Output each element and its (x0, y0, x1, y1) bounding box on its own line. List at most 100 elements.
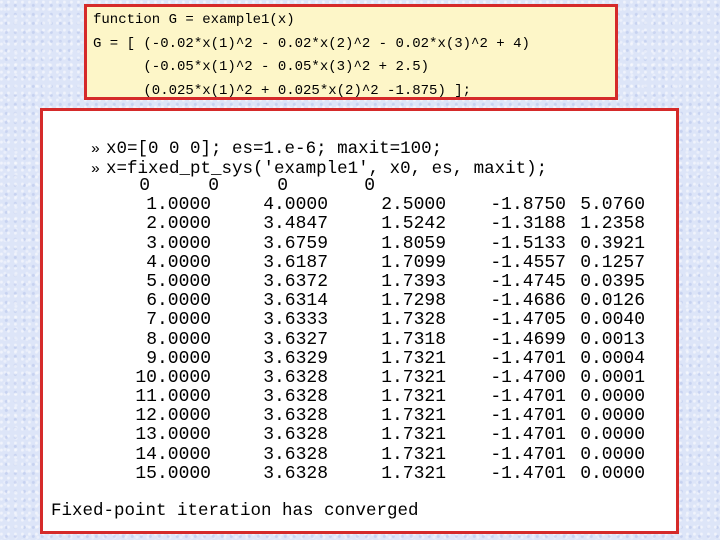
table-cell: 15.0000 (135, 463, 211, 484)
table-cell: 0.0000 (580, 387, 645, 408)
table-cell: 2.5000 (381, 195, 446, 216)
prompt-symbol: » (91, 161, 101, 178)
table-row: 10.0000 3.6328 1.7321 -1.4700 0.0001 (43, 367, 676, 388)
table-cell: 1.7321 (381, 348, 446, 369)
table-cell: -1.4701 (490, 444, 566, 465)
table-row: 12.0000 3.6328 1.7321 -1.4701 0.0000 (43, 407, 676, 426)
table-cell: 0.0395 (580, 271, 645, 292)
table-cell: 3.6759 (263, 233, 328, 254)
table-cell: -1.4701 (490, 348, 566, 369)
table-cell: 1.5242 (381, 214, 446, 235)
table-cell: -1.3188 (490, 214, 566, 235)
code-line: function G = example1(x) (93, 12, 295, 28)
table-cell: 1.7328 (381, 310, 446, 331)
table-cell: 0.3921 (580, 233, 645, 254)
iteration-output-table: 0 0 0 0 1.0000 4.0000 2.5000 -1.8750 5.0760 2… (43, 176, 676, 484)
table-cell: 3.6328 (263, 406, 328, 427)
table-cell: 0.0000 (580, 406, 645, 427)
table-cell: 3.6329 (263, 348, 328, 369)
table-row: 13.0000 3.6328 1.7321 -1.4701 0.0000 (43, 426, 676, 445)
table-cell: 1.2358 (580, 214, 645, 235)
table-cell: 3.6328 (263, 387, 328, 408)
table-cell: 0 (277, 176, 288, 196)
table-body: 1.0000 4.0000 2.5000 -1.8750 5.0760 2.0000 3.4… (43, 195, 676, 484)
table-cell: 0.0040 (580, 310, 645, 331)
table-cell: 1.7321 (381, 387, 446, 408)
table-cell: -1.4686 (490, 291, 566, 312)
table-cell: 0.0001 (580, 367, 645, 388)
table-header-row: 0 0 0 0 (43, 176, 676, 196)
table-cell: -1.4745 (490, 271, 566, 292)
table-cell: 0 (139, 176, 150, 196)
table-row: 3.0000 3.6759 1.8059 -1.5133 0.3921 (43, 233, 676, 254)
table-cell: -1.4705 (490, 310, 566, 331)
table-cell: -1.4700 (490, 367, 566, 388)
table-cell: 8.0000 (146, 329, 211, 350)
table-cell: 11.0000 (135, 387, 211, 408)
table-cell: -1.4701 (490, 387, 566, 408)
table-cell: 0.0126 (580, 291, 645, 312)
table-cell: 1.7318 (381, 329, 446, 350)
table-cell: 3.6372 (263, 271, 328, 292)
table-cell: 10.0000 (135, 367, 211, 388)
table-cell: 0 (364, 176, 375, 196)
table-cell: 1.7393 (381, 271, 446, 292)
table-row: 5.0000 3.6372 1.7393 -1.4745 0.0395 (43, 271, 676, 292)
table-cell: 5.0760 (580, 195, 645, 216)
table-cell: 3.0000 (146, 233, 211, 254)
table-cell: 1.7099 (381, 252, 446, 273)
table-row: 15.0000 3.6328 1.7321 -1.4701 0.0000 (43, 463, 676, 484)
table-cell: 1.8059 (381, 233, 446, 254)
table-cell: 14.0000 (135, 444, 211, 465)
table-row: 6.0000 3.6314 1.7298 -1.4686 0.0126 (43, 291, 676, 312)
table-cell: 3.6328 (263, 463, 328, 484)
function-code-box: function G = example1(x) G = [ (-0.02*x(… (84, 4, 618, 100)
command-text: x=fixed_pt_sys('example1', x0, es, maxit… (106, 159, 548, 179)
table-cell: 1.7321 (381, 406, 446, 427)
table-cell: 4.0000 (263, 195, 328, 216)
table-row: 11.0000 3.6328 1.7321 -1.4701 0.0000 (43, 387, 676, 408)
table-cell: -1.4557 (490, 252, 566, 273)
table-cell: 5.0000 (146, 271, 211, 292)
table-cell: 13.0000 (135, 425, 211, 446)
table-cell: 1.7321 (381, 463, 446, 484)
code-line: (0.025*x(1)^2 + 0.025*x(2)^2 -1.875) ]; (93, 82, 472, 99)
table-cell: 7.0000 (146, 310, 211, 331)
table-cell: 3.6187 (263, 252, 328, 273)
table-cell: 0.0000 (580, 463, 645, 484)
table-cell: -1.4699 (490, 329, 566, 350)
table-cell: 3.6314 (263, 291, 328, 312)
table-cell: 3.6333 (263, 310, 328, 331)
table-cell: 0.0013 (580, 329, 645, 350)
table-cell: 9.0000 (146, 348, 211, 369)
table-cell: 6.0000 (146, 291, 211, 312)
table-cell: 0.0004 (580, 348, 645, 369)
table-cell: -1.4701 (490, 463, 566, 484)
table-cell: 0.0000 (580, 444, 645, 465)
table-cell: 3.6328 (263, 367, 328, 388)
table-cell: 0.0000 (580, 425, 645, 446)
table-cell: 3.6328 (263, 425, 328, 446)
table-cell: -1.4701 (490, 406, 566, 427)
table-cell: 1.7321 (381, 444, 446, 465)
table-cell: 2.0000 (146, 214, 211, 235)
table-cell: 0 (208, 176, 219, 196)
table-cell: 4.0000 (146, 252, 211, 273)
command-window[interactable]: » x0=[0 0 0]; es=1.e-6; maxit=100; » x=fix… (40, 108, 679, 534)
code-line: (-0.05*x(1)^2 - 0.05*x(3)^2 + 2.5) (93, 59, 430, 75)
table-cell: -1.5133 (490, 233, 566, 254)
table-row: 14.0000 3.6328 1.7321 -1.4701 0.0000 (43, 444, 676, 465)
table-row: 2.0000 3.4847 1.5242 -1.3188 1.2358 (43, 215, 676, 234)
table-cell: 1.7298 (381, 291, 446, 312)
table-cell: 3.6328 (263, 444, 328, 465)
table-cell: 0.1257 (580, 252, 645, 273)
table-row: 9.0000 3.6329 1.7321 -1.4701 0.0004 (43, 348, 676, 369)
table-row: 7.0000 3.6333 1.7328 -1.4705 0.0040 (43, 311, 676, 330)
table-row: 8.0000 3.6327 1.7318 -1.4699 0.0013 (43, 329, 676, 350)
table-cell: 1.0000 (146, 195, 211, 216)
table-cell: 12.0000 (135, 406, 211, 427)
table-cell: -1.4701 (490, 425, 566, 446)
convergence-message: Fixed-point iteration has converged (51, 501, 419, 521)
table-cell: 3.6327 (263, 329, 328, 350)
code-line: G = [ (-0.02*x(1)^2 - 0.02*x(2)^2 - 0.02… (93, 35, 530, 52)
